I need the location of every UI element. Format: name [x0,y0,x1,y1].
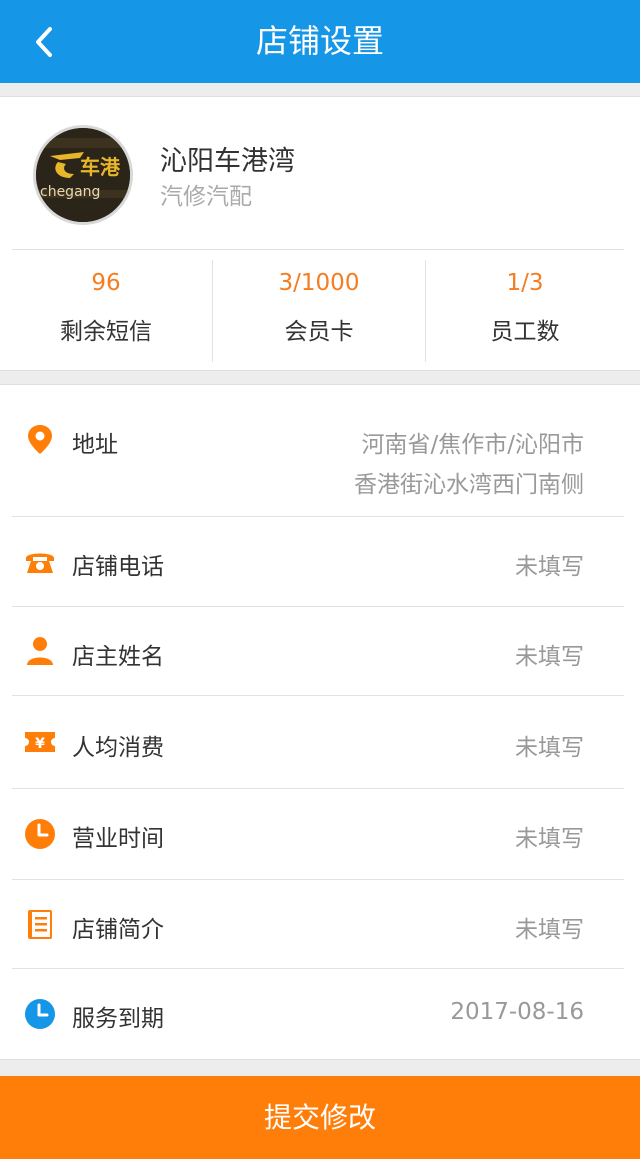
person-icon [27,637,53,665]
shop-logo-icon: 车港 chegang [36,128,130,222]
top-nav-bar: 店铺设置 [0,0,640,83]
stat-member-cards[interactable]: 3/1000 会员卡 [213,260,425,360]
yen-ticket-icon: ¥ [25,732,55,752]
stat-value: 1/3 [506,270,544,296]
clock-icon [25,999,55,1029]
telephone-icon [26,553,54,573]
field-value: 2017-08-16 [450,999,584,1025]
address-line-1: 河南省/焦作市/沁阳市 [361,432,585,458]
field-value: 未填写 [515,644,584,670]
location-pin-icon [28,425,52,454]
svg-text:¥: ¥ [35,736,45,752]
field-row-shop-intro[interactable]: 店铺简介 未填写 [0,880,640,969]
shop-category: 汽修汽配 [160,184,252,210]
shop-logo-avatar[interactable]: 车港 chegang [33,125,133,225]
page-title: 店铺设置 [255,22,384,60]
document-icon [28,910,52,939]
field-label: 人均消费 [72,735,164,761]
stat-value: 96 [91,270,121,296]
shop-settings-list: 地址 河南省/焦作市/沁阳市 香港街沁水湾西门南侧 店铺电话 未填写 店主姓名 … [0,384,640,1060]
stat-value: 3/1000 [278,270,360,296]
field-value: 未填写 [515,826,584,852]
field-row-phone[interactable]: 店铺电话 未填写 [0,517,640,607]
field-label: 服务到期 [72,1006,164,1032]
field-row-service-expiry: 服务到期 2017-08-16 [0,969,640,1059]
shop-profile-card: 车港 chegang 沁阳车港湾 汽修汽配 96 剩余短信 3/1000 会员卡… [0,96,640,371]
submit-changes-button[interactable]: 提交修改 [0,1076,640,1159]
stat-label: 员工数 [490,319,560,345]
field-label: 营业时间 [72,826,164,852]
stat-label: 会员卡 [284,319,354,345]
address-line-2: 香港街沁水湾西门南侧 [354,472,584,498]
field-value: 未填写 [515,917,584,943]
shop-name: 沁阳车港湾 [160,146,295,177]
field-value: 未填写 [515,735,584,761]
field-row-address[interactable]: 地址 河南省/焦作市/沁阳市 香港街沁水湾西门南侧 [0,385,640,517]
field-row-owner-name[interactable]: 店主姓名 未填写 [0,607,640,696]
field-label: 地址 [72,432,118,458]
field-label: 店铺电话 [72,554,164,580]
stat-employees[interactable]: 1/3 员工数 [426,260,624,360]
field-row-avg-spend[interactable]: ¥ 人均消费 未填写 [0,696,640,789]
divider [12,249,624,250]
svg-text:车港: 车港 [80,155,121,179]
clock-icon [25,819,55,849]
field-value: 未填写 [515,554,584,580]
field-label: 店主姓名 [72,644,164,670]
stat-sms-remaining[interactable]: 96 剩余短信 [0,260,212,360]
svg-text:chegang: chegang [40,184,100,200]
field-label: 店铺简介 [72,917,164,943]
field-row-business-hours[interactable]: 营业时间 未填写 [0,789,640,879]
stat-label: 剩余短信 [60,319,152,345]
